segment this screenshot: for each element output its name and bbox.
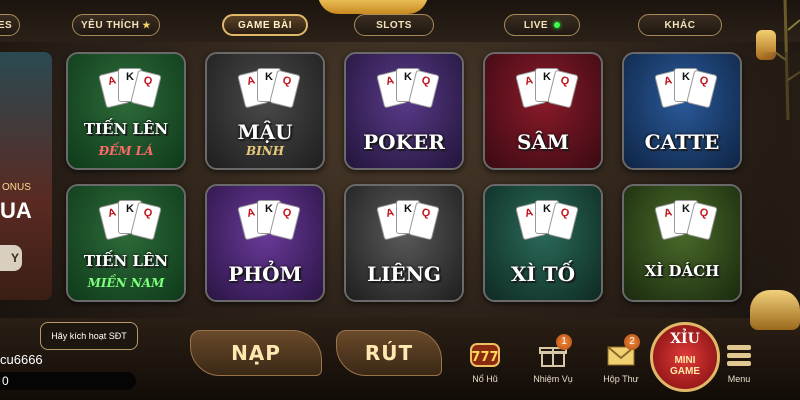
live-indicator-icon [554,22,561,28]
tab-label: KHÁC [664,19,696,31]
mini-game-label: MINI GAME [653,355,717,377]
game-title: LIÊNG [366,262,442,286]
promo-label: ONUS [2,182,31,193]
tab-partial[interactable]: ES [0,14,20,36]
game-title: POKER [363,130,445,154]
mini-game-line1: MINI [674,355,696,366]
mail-icon: 2 [606,334,640,368]
gift-icon: 1 [538,334,572,368]
game-tile[interactable]: A K Q POKER [344,52,464,170]
game-title: TIẾN LÊN [83,120,169,138]
tab-favorites[interactable]: YÊU THÍCH ★ [72,14,160,36]
nav-label: Hộp Thư [603,374,639,384]
teapot-decoration-icon [750,290,800,330]
game-title: SÂM [516,130,570,154]
activate-label: Hãy kích hoạt SĐT [51,331,127,341]
jackpot-777-icon: 777 [470,342,500,368]
game-tile[interactable]: A K Q SÂM [483,52,603,170]
game-tile[interactable]: A K Q TIẾN LÊN MIỀN NAM [66,184,186,302]
game-tile[interactable]: A K Q XÌ DÁCH [622,184,742,302]
star-icon: ★ [142,19,151,30]
tab-label: LIVE [523,19,549,31]
svg-text:777: 777 [471,350,498,365]
deposit-label: NẠP [231,341,281,365]
balance-value: 0 [2,374,9,388]
game-tile[interactable]: A K Q MẬU BINH [205,52,325,170]
tab-label: YÊU THÍCH [81,19,140,31]
game-title: TIẾN LÊN [83,252,169,270]
game-tile[interactable]: A K Q CATTE [622,52,742,170]
brand-logo [318,0,428,14]
nav-label: Menu [727,374,751,384]
game-title: CATTE [644,130,720,154]
promo-button[interactable]: Y [0,245,22,271]
activate-phone-button[interactable]: Hãy kích hoạt SĐT [40,322,138,350]
game-subtitle: MIỀN NAM [87,276,165,290]
game-title: PHỎM [228,262,302,286]
mailbox-badge: 2 [624,334,640,350]
username: cu6666 [0,352,43,367]
nav-jackpot[interactable]: 777 Nổ Hũ [458,338,512,398]
game-subtitle: ĐẾM LÁ [98,144,154,158]
tab-other[interactable]: KHÁC [638,14,722,36]
nav-missions[interactable]: 1 Nhiệm Vụ [526,334,580,398]
nav-label: Nổ Hũ [472,374,498,384]
mini-game-line2: GAME [670,366,700,377]
nav-menu[interactable]: Menu [712,338,766,398]
tab-slots[interactable]: SLOTS [354,14,434,36]
nav-mailbox[interactable]: 2 Hộp Thư [594,334,648,398]
game-title: XÌ TỐ [510,262,576,286]
tab-live[interactable]: LIVE [504,14,580,36]
game-subtitle: BINH [245,144,285,158]
withdraw-label: RÚT [364,341,414,365]
game-title: XÌ DÁCH [644,262,720,280]
game-title: MẬU [237,120,293,144]
deposit-button[interactable]: NẠP [190,330,322,376]
top-nav-bar: ES YÊU THÍCH ★ GAME BÀI SLOTS LIVE KHÁC [0,0,800,42]
tab-label: GAME BÀI [238,19,292,31]
game-tile[interactable]: A K Q XÌ TỐ [483,184,603,302]
nav-label: Nhiệm Vụ [533,374,573,384]
missions-badge: 1 [556,334,572,350]
tab-card-games[interactable]: GAME BÀI [222,14,308,36]
promo-title: UA [0,198,32,223]
right-edge-fade [760,52,800,312]
tab-label: SLOTS [376,19,412,31]
mini-game-xiu-label: XỈU [670,331,700,347]
mini-game-button[interactable]: XỈU MINI GAME [650,322,720,392]
menu-icon [724,342,754,368]
withdraw-button[interactable]: RÚT [336,330,442,376]
balance-display: 0 [0,372,136,390]
game-tile[interactable]: A K Q LIÊNG [344,184,464,302]
tab-label: ES [0,19,13,31]
game-tile[interactable]: A K Q TIẾN LÊN ĐẾM LÁ [66,52,186,170]
game-tile[interactable]: A K Q PHỎM [205,184,325,302]
